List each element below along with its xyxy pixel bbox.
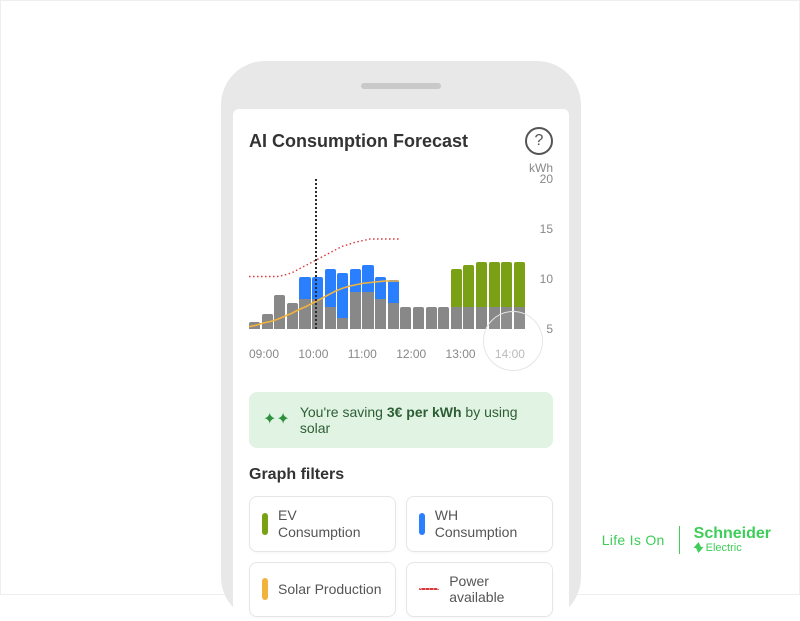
swatch-icon	[419, 588, 439, 590]
phone-frame: AI Consumption Forecast ? kWh 20 15 10 5	[221, 61, 581, 621]
plot-area	[249, 179, 525, 329]
bar-column	[463, 179, 474, 329]
filter-wh-consumption[interactable]: WH Consumption	[406, 496, 553, 552]
bar-column	[299, 179, 310, 329]
bar-column	[413, 179, 424, 329]
brand-divider	[679, 526, 680, 554]
schneider-logo: Schneider Electric	[694, 526, 771, 554]
bar-column	[375, 179, 386, 329]
app-screen: AI Consumption Forecast ? kWh 20 15 10 5	[233, 109, 569, 621]
savings-banner: ✦✦ You're saving 3€ per kWh by using sol…	[249, 392, 553, 448]
bolt-icon	[694, 542, 703, 554]
viewport: AI Consumption Forecast ? kWh 20 15 10 5	[0, 0, 800, 595]
bar-column	[274, 179, 285, 329]
bar-column	[388, 179, 399, 329]
bar-column	[438, 179, 449, 329]
filter-power-available[interactable]: Power available	[406, 562, 553, 618]
y-axis: 20 15 10 5	[540, 179, 553, 329]
bar-column	[451, 179, 462, 329]
xtick: 09:00	[249, 347, 279, 361]
swatch-icon	[262, 513, 268, 535]
xtick: 11:00	[348, 347, 377, 361]
bar-column	[514, 179, 525, 329]
filter-label: Solar Production	[278, 581, 382, 598]
bar-column	[337, 179, 348, 329]
bar-column	[249, 179, 260, 329]
xtick: 14:00	[495, 347, 525, 361]
brand-lockup: Life Is On Schneider Electric	[602, 526, 771, 554]
bar-column	[362, 179, 373, 329]
swatch-icon	[419, 513, 425, 535]
bar-column	[426, 179, 437, 329]
bar-column	[489, 179, 500, 329]
filter-solar-production[interactable]: Solar Production	[249, 562, 396, 618]
x-axis: 09:00 10:00 11:00 12:00 13:00 14:00	[249, 347, 525, 361]
filters-title: Graph filters	[249, 466, 553, 484]
xtick: 10:00	[298, 347, 328, 361]
xtick: 13:00	[446, 347, 476, 361]
filters-grid: EV Consumption WH Consumption Solar Prod…	[249, 496, 553, 621]
sparkles-icon: ✦✦	[263, 412, 290, 428]
filter-label: EV Consumption	[278, 507, 383, 541]
bar-column	[400, 179, 411, 329]
bar-column	[501, 179, 512, 329]
filter-ev-consumption[interactable]: EV Consumption	[249, 496, 396, 552]
tagline: Life Is On	[602, 532, 665, 548]
filter-label: Power available	[449, 573, 540, 607]
header: AI Consumption Forecast ?	[249, 127, 553, 155]
bar-column	[287, 179, 298, 329]
bar-column	[312, 179, 323, 329]
forecast-chart[interactable]: kWh 20 15 10 5 09:0010:0011:0012:0013:00…	[249, 161, 553, 386]
bar-column	[325, 179, 336, 329]
savings-text: You're saving 3€ per kWh by using solar	[300, 404, 539, 436]
filter-label: WH Consumption	[435, 507, 540, 541]
help-icon[interactable]: ?	[525, 127, 553, 155]
bar-column	[476, 179, 487, 329]
page-title: AI Consumption Forecast	[249, 131, 468, 152]
xtick: 12:00	[396, 347, 426, 361]
bar-column	[262, 179, 273, 329]
bar-column	[350, 179, 361, 329]
swatch-icon	[262, 578, 268, 600]
